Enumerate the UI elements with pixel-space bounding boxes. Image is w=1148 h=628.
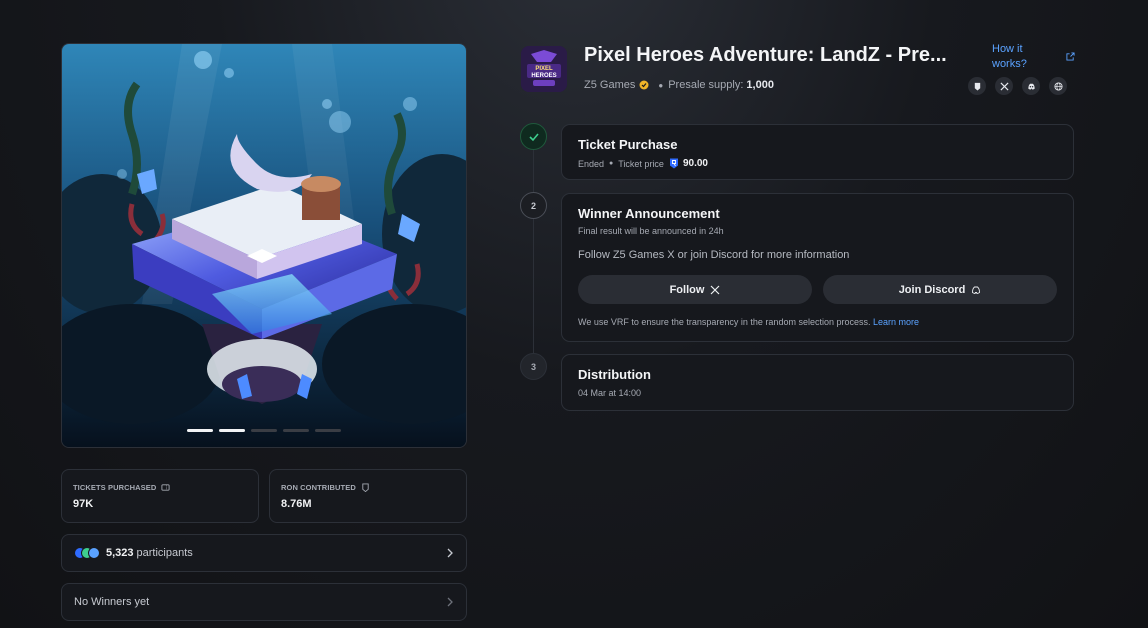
carousel-dot[interactable] (251, 429, 277, 432)
ronin-link[interactable] (968, 77, 986, 95)
discord-link[interactable] (1022, 77, 1040, 95)
ron-contributed-label-row: RON CONTRIBUTED (281, 483, 455, 492)
participants-label: participants (136, 547, 193, 559)
x-link[interactable] (995, 77, 1013, 95)
winner-announcement-title: Winner Announcement (578, 206, 720, 221)
carousel-dot[interactable] (315, 429, 341, 432)
pixel-island-artwork (62, 44, 466, 447)
project-image-carousel[interactable] (61, 43, 467, 448)
timeline-connector (533, 149, 534, 193)
distribution-title: Distribution (578, 367, 651, 382)
follow-button-label: Follow (669, 283, 705, 296)
tickets-purchased-label-row: TICKETS PURCHASED (73, 483, 247, 492)
ticket-price-label: Ticket price (618, 158, 664, 169)
ron-contributed-value: 8.76M (281, 498, 312, 510)
check-icon (528, 132, 539, 141)
ronin-icon (974, 82, 980, 91)
how-it-works-link[interactable]: How it works? (992, 42, 1052, 72)
ron-contributed-label: RON CONTRIBUTED (281, 483, 356, 492)
ticket-purchase-card: Ticket Purchase Ended ● Ticket price 90.… (561, 124, 1074, 180)
learn-more-link[interactable]: Learn more (873, 317, 919, 327)
distribution-card: Distribution 04 Mar at 14:00 (561, 354, 1074, 411)
social-links (968, 77, 1067, 95)
join-discord-button[interactable]: Join Discord (823, 275, 1057, 304)
participants-row[interactable]: 5,323 participants (61, 534, 467, 572)
ticket-purchase-title: Ticket Purchase (578, 137, 678, 152)
winner-announcement-card: Winner Announcement Final result will be… (561, 193, 1074, 342)
discord-button-label: Join Discord (898, 283, 966, 296)
participants-count: 5,323 (106, 547, 134, 559)
presale-supply-label: Presale supply: (668, 79, 744, 91)
project-logo-image: PIXEL HEROES (521, 46, 567, 92)
avatar (88, 547, 100, 559)
separator-dot: ● (609, 160, 614, 167)
distribution-date: 04 Mar at 14:00 (578, 388, 642, 398)
winner-announcement-subtitle: Final result will be announced in 24h (578, 226, 724, 236)
project-meta: Z5 Games ● Presale supply: 1,000 (584, 79, 774, 91)
tickets-purchased-stat: TICKETS PURCHASED 97K (61, 469, 259, 523)
step-2-indicator: 2 (520, 192, 547, 219)
x-icon (999, 81, 1009, 91)
external-link-icon[interactable] (1066, 52, 1075, 61)
logo-text: PIXEL (535, 66, 553, 72)
participant-avatars (74, 547, 100, 559)
ticket-price-value: 90.00 (682, 158, 708, 169)
project-logo: PIXEL HEROES (521, 46, 567, 92)
verified-badge-icon (639, 80, 649, 90)
ticket-icon (161, 484, 170, 491)
carousel-indicators[interactable] (62, 429, 466, 432)
globe-icon (1053, 81, 1063, 91)
chevron-right-icon (447, 597, 453, 607)
vrf-note: We use VRF to ensure the transparency in… (578, 317, 1057, 327)
carousel-dot[interactable] (283, 429, 309, 432)
vrf-note-text: We use VRF to ensure the transparency in… (578, 317, 871, 327)
carousel-dot[interactable] (219, 429, 245, 432)
ron-token-icon (362, 483, 369, 492)
website-link[interactable] (1049, 77, 1067, 95)
winner-announcement-text: Follow Z5 Games X or join Discord for mo… (578, 249, 850, 261)
ron-token-icon (669, 158, 678, 169)
x-icon (710, 285, 720, 294)
ron-contributed-stat: RON CONTRIBUTED 8.76M (269, 469, 467, 523)
separator-dot: ● (658, 80, 664, 90)
ticket-purchase-details: Ended ● Ticket price 90.00 (578, 158, 1057, 169)
timeline-connector (533, 219, 534, 353)
winners-label: No Winners yet (74, 596, 150, 608)
step-complete-indicator (520, 123, 547, 150)
discord-icon (972, 286, 981, 294)
presale-supply-value: 1,000 (746, 79, 774, 91)
publisher-name[interactable]: Z5 Games (584, 79, 635, 91)
step-3-indicator: 3 (520, 353, 547, 380)
project-title: Pixel Heroes Adventure: LandZ - Pre... (584, 44, 947, 66)
chevron-right-icon (447, 548, 453, 558)
winners-row[interactable]: No Winners yet (61, 583, 467, 621)
discord-icon (1027, 83, 1035, 90)
tickets-purchased-label: TICKETS PURCHASED (73, 483, 157, 492)
carousel-dot[interactable] (187, 429, 213, 432)
purchase-status: Ended (578, 158, 605, 169)
tickets-purchased-value: 97K (73, 498, 94, 510)
logo-text: HEROES (531, 73, 556, 79)
announcement-actions: Follow Join Discord (578, 275, 1057, 304)
follow-x-button[interactable]: Follow (578, 275, 812, 304)
